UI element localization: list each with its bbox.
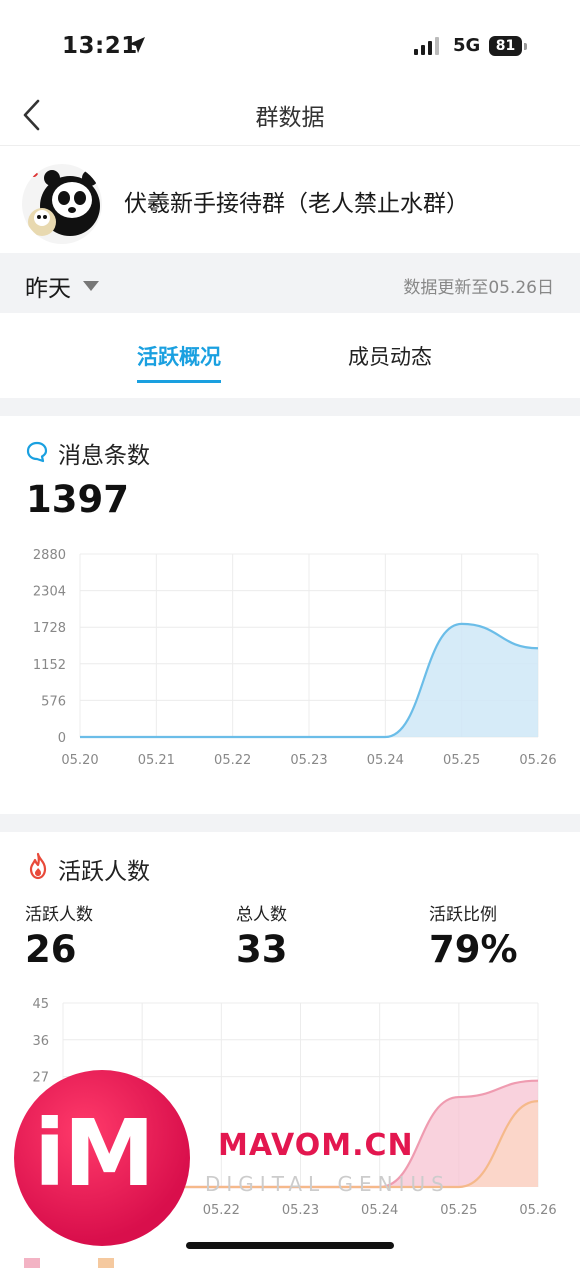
y-tick-label: 0 xyxy=(58,731,66,746)
x-tick-label: 05.24 xyxy=(367,753,404,768)
stat-label-ratio: 活跃比例 xyxy=(429,905,497,925)
watermark-brand: MAVOM.CN xyxy=(218,1128,414,1163)
x-tick-label: 05.20 xyxy=(61,753,98,768)
messages-title: 消息条数 xyxy=(58,443,150,469)
stat-value-total: 33 xyxy=(236,928,288,971)
stat-label-total: 总人数 xyxy=(236,905,287,925)
y-tick-label: 1728 xyxy=(33,621,66,636)
x-tick-label: 05.22 xyxy=(214,753,251,768)
group-header: 伏羲新手接待群（老人禁止水群） xyxy=(0,146,580,252)
x-tick-label: 05.23 xyxy=(282,1203,319,1218)
x-tick-label: 05.22 xyxy=(203,1203,240,1218)
x-tick-label: 05.25 xyxy=(443,753,480,768)
messages-card: 消息条数 1397 0 576 1152 1728 2304 2880 05.20 05.21… xyxy=(0,416,580,814)
stat-value-active: 26 xyxy=(25,928,77,971)
x-tick-label: 05.26 xyxy=(519,753,556,768)
location-arrow-icon xyxy=(129,37,145,53)
messages-count: 1397 xyxy=(26,478,129,521)
stat-label-active: 活跃人数 xyxy=(25,905,93,925)
y-tick-label: 2880 xyxy=(33,548,66,563)
active-members-title: 活跃人数 xyxy=(58,859,150,885)
chart-legend xyxy=(24,1253,122,1271)
home-indicator xyxy=(186,1242,394,1249)
y-tick-label: 36 xyxy=(32,1034,49,1049)
watermark-logo-text: iM xyxy=(34,1100,155,1207)
y-tick-label: 576 xyxy=(41,694,66,709)
data-update-text: 数据更新至05.26日 xyxy=(403,278,554,298)
section-divider xyxy=(0,398,580,416)
caret-down-icon xyxy=(83,281,99,291)
tabs: 活跃概况 成员动态 xyxy=(0,313,580,398)
messages-chart: 0 576 1152 1728 2304 2880 05.20 05.21 05.22 05.23… xyxy=(0,536,580,776)
y-tick-label: 45 xyxy=(32,997,49,1012)
battery-icon: 81 xyxy=(489,36,522,56)
network-type: 5G xyxy=(453,35,481,56)
chat-bubble-icon xyxy=(26,441,48,463)
legend-active xyxy=(24,1253,48,1271)
status-bar: 13:21 5G 81 xyxy=(0,0,580,90)
x-tick-label: 05.26 xyxy=(519,1203,556,1218)
flame-icon xyxy=(29,852,47,880)
status-time: 13:21 xyxy=(62,33,138,59)
date-filter-row: 昨天 数据更新至05.26日 xyxy=(0,253,580,313)
legend-total xyxy=(98,1253,122,1271)
group-avatar[interactable] xyxy=(22,164,102,244)
tab-activity-overview[interactable]: 活跃概况 xyxy=(137,341,221,383)
y-tick-label: 2304 xyxy=(33,585,66,600)
section-divider xyxy=(0,814,580,832)
signal-icon xyxy=(414,37,439,55)
nav-bar: 群数据 xyxy=(0,85,580,146)
stat-value-ratio: 79% xyxy=(429,928,518,971)
x-tick-label: 05.21 xyxy=(138,753,175,768)
group-name: 伏羲新手接待群（老人禁止水群） xyxy=(124,191,469,217)
panda-avatar-icon xyxy=(22,164,102,244)
date-selected: 昨天 xyxy=(25,276,71,302)
date-dropdown[interactable]: 昨天 xyxy=(25,269,99,303)
tab-member-activity[interactable]: 成员动态 xyxy=(348,341,432,371)
page-title: 群数据 xyxy=(255,105,325,131)
x-tick-label: 05.24 xyxy=(361,1203,398,1218)
watermark-subtitle: DIGITAL GENIUS xyxy=(205,1172,450,1196)
x-tick-label: 05.23 xyxy=(290,753,327,768)
battery-tip xyxy=(524,43,527,50)
y-tick-label: 1152 xyxy=(33,658,66,673)
y-tick-label: 27 xyxy=(32,1071,49,1086)
x-tick-label: 05.25 xyxy=(440,1203,477,1218)
